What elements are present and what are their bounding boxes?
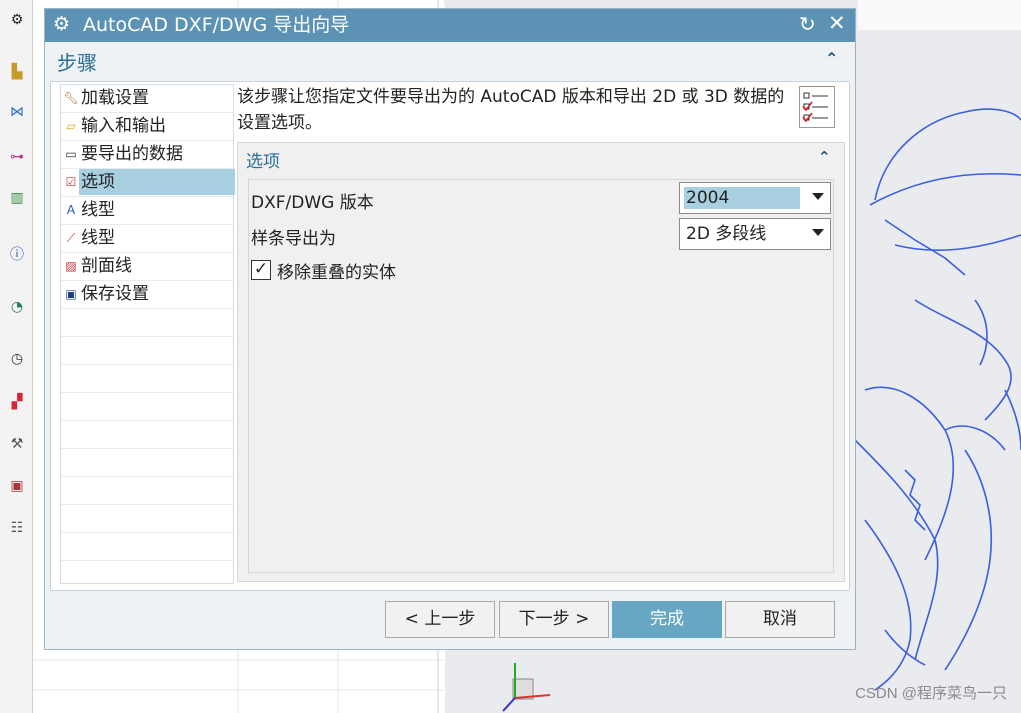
assembly-navigator-icon[interactable]: ▙ [5,60,29,84]
list-item [61,337,233,365]
window-icon: ▭ [65,147,77,161]
version-label: DXF/DWG 版本 [251,193,374,213]
step-item-data-to-export[interactable]: ▭ 要导出的数据 [61,141,233,169]
step-label: 要导出的数据 [81,144,183,164]
info-icon[interactable]: ⓘ [5,242,29,266]
chevron-down-icon [812,193,824,200]
step-description: 该步骤让您指定文件要导出为的 AutoCAD 版本和导出 2D 或 3D 数据的… [237,87,785,133]
hatch-icon: ▨ [65,259,77,273]
steps-heading: 步骤 [57,51,97,75]
back-button[interactable]: < 上一步 [385,601,495,638]
step-label: 输入和输出 [81,116,166,136]
step-item-input-output[interactable]: ▱ 输入和输出 [61,113,233,141]
dialog-title: AutoCAD DXF/DWG 导出向导 [83,14,350,36]
chevron-down-icon [812,229,824,236]
cancel-button[interactable]: 取消 [725,601,835,638]
step-item-options[interactable]: ☑ 选项 [61,169,235,197]
tools-icon[interactable]: ⚒ [5,432,29,456]
close-icon[interactable]: ✕ [828,11,846,35]
step-label: 保存设置 [81,284,149,304]
watermark: CSDN @程序菜鸟一只 [855,685,1007,702]
palette-icon[interactable]: ▞ [5,390,29,414]
step-item-hatch[interactable]: ▨ 剖面线 [61,253,233,281]
wrench-icon: 🔧︎ [63,91,79,105]
step-label: 线型 [81,200,115,220]
coordinate-triad [502,663,551,712]
spline-export-select[interactable]: 2D 多段线 [679,218,831,250]
spline-label: 样条导出为 [251,229,336,249]
folder-open-icon: ▱ [66,119,76,133]
options-content: DXF/DWG 版本 2004 样条导出为 2D 多段线 ✓ 移除重叠的实体 [248,179,834,573]
export-wizard-dialog: ⚙ AutoCAD DXF/DWG 导出向导 ↻ ✕ 步骤 ⌃ 🔧︎ 加载设置 … [44,8,856,650]
options-checklist-icon: ☑ [65,175,77,189]
step-label: 线型 [81,228,115,248]
gear-icon[interactable]: ⚙ [5,8,29,32]
step-label: 选项 [79,169,235,195]
linetype-icon: Ａ [64,203,77,217]
list-item [61,449,233,477]
resource-bar: ⚙ ▙ ⋈ ⊶ ▥ ⓘ ◔ ◷ ▞ ⚒ ▣ ☷ [0,0,33,713]
step-item-load-settings[interactable]: 🔧︎ 加载设置 [61,85,233,113]
dialog-titlebar[interactable]: ⚙ AutoCAD DXF/DWG 导出向导 ↻ ✕ [45,9,855,42]
canvas-top-strip [858,0,1021,30]
part-navigator-icon[interactable]: ⊶ [5,145,29,169]
steps-panel: 🔧︎ 加载设置 ▱ 输入和输出 ▭ 要导出的数据 ☑ 选项 Ａ 线型 ⟋ 线型 [50,81,850,591]
step-label: 剖面线 [81,256,132,276]
reset-icon[interactable]: ↻ [799,12,816,36]
options-heading: 选项 [246,152,280,172]
collapse-icon[interactable]: ⌃ [818,148,831,166]
remove-overlap-checkbox[interactable]: ✓ [251,260,271,280]
save-icon: ▣ [65,287,77,301]
finish-button[interactable]: 完成 [612,601,722,638]
list-icon[interactable]: ☷ [5,516,29,540]
history-icon[interactable]: ◷ [5,347,29,371]
version-select[interactable]: 2004 [679,182,831,214]
visualization-icon[interactable]: ▣ [5,474,29,498]
line-icon: ⟋ [66,231,76,245]
step-item-linetype[interactable]: Ａ 线型 [61,197,233,225]
collapse-icon[interactable]: ⌃ [825,49,838,68]
step-list: 🔧︎ 加载设置 ▱ 输入和输出 ▭ 要导出的数据 ☑ 选项 Ａ 线型 ⟋ 线型 [60,84,235,584]
list-item [61,533,233,561]
step-item-line[interactable]: ⟋ 线型 [61,225,233,253]
list-item [61,393,233,421]
list-item [61,421,233,449]
next-button[interactable]: 下一步 > [499,601,609,638]
step-label: 加载设置 [81,88,149,108]
list-item [61,505,233,533]
options-group: 选项 ⌃ DXF/DWG 版本 2004 样条导出为 2D 多段线 ✓ 移除重叠… [237,142,845,582]
gear-icon: ⚙ [53,13,71,35]
step-item-save-settings[interactable]: ▣ 保存设置 [61,281,233,309]
list-item [61,365,233,393]
list-item [61,309,233,337]
web-browser-icon[interactable]: ◔ [5,295,29,319]
list-item [61,477,233,505]
spline-value: 2D 多段线 [686,224,767,244]
constraint-navigator-icon[interactable]: ⋈ [5,100,29,124]
checklist-icon [799,86,835,128]
reuse-library-icon[interactable]: ▥ [5,186,29,210]
remove-overlap-label[interactable]: 移除重叠的实体 [277,258,396,283]
version-value: 2004 [684,187,800,209]
